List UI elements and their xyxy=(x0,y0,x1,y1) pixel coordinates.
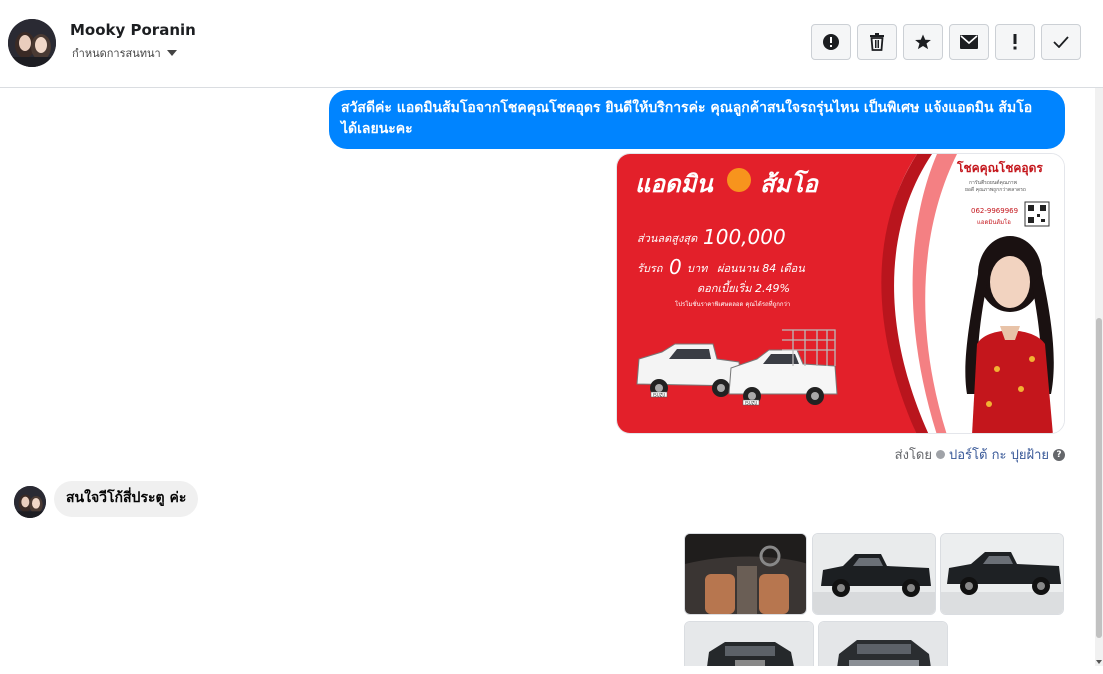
sent-by-name[interactable]: ปอร์โต้ กะ ปุยฝ้าย xyxy=(949,444,1049,465)
message-thread[interactable]: สวัสดีค่ะ แอดมินส้มโอจากโชคคุณโชคอุดร ยิ… xyxy=(0,88,1095,666)
promo-installment: ผ่อนนาน 84 เดือน xyxy=(717,262,805,275)
star-button[interactable] xyxy=(903,24,943,60)
promo-phone: 062-9969969 xyxy=(971,207,1018,215)
help-icon[interactable]: ? xyxy=(1053,448,1065,461)
trash-icon xyxy=(870,33,884,51)
plate-1: ISUZU xyxy=(653,393,665,398)
alert-circle-icon xyxy=(823,34,839,50)
sent-by-line: ส่งโดย ปอร์โต้ กะ ปุยฝ้าย ? xyxy=(895,444,1065,465)
promo-brand: แอดมิน xyxy=(635,170,714,198)
promo-dealer-sub-2: ยอดี คุณภาพถูกกว่าตลาดรถ xyxy=(965,186,1026,193)
promo-admin-line: แอดมินส้มโอ xyxy=(977,218,1011,226)
promo-down-unit: บาท xyxy=(687,262,708,275)
promo-dealer: โชคคุณโชคอุดร xyxy=(956,160,1043,176)
promo-fineprint: โปรโมชั่นราคาพิเศษตลอด คุณได้รถที่ถูกกว่… xyxy=(675,300,790,308)
plate-2: ISUZU xyxy=(745,401,757,406)
caret-down-icon xyxy=(166,50,177,56)
contact-avatar[interactable] xyxy=(8,19,56,67)
promo-interest: ดอกเบี้ยเริ่ม 2.49% xyxy=(697,280,790,295)
scroll-down-arrow-icon[interactable] xyxy=(1096,660,1102,664)
outgoing-message[interactable]: สวัสดีค่ะ แอดมินส้มโอจากโชคคุณโชคอุดร ยิ… xyxy=(329,90,1065,149)
sent-by-label: ส่งโดย xyxy=(894,448,932,463)
promo-discount-label: ส่วนลดสูงสุด xyxy=(637,232,698,245)
photo-thumbnail[interactable] xyxy=(812,533,936,615)
mark-done-button[interactable] xyxy=(1041,24,1081,60)
promo-image-attachment[interactable]: แอดมิน ส้มโอ ส่วนลดสูงสุด 100,000 รับรถ … xyxy=(616,153,1065,434)
report-spam-button[interactable] xyxy=(811,24,851,60)
envelope-icon xyxy=(960,35,978,49)
delete-button[interactable] xyxy=(857,24,897,60)
check-icon xyxy=(1053,36,1069,48)
incoming-avatar[interactable] xyxy=(14,486,46,518)
photo-thumbnail[interactable] xyxy=(818,621,948,666)
conversation-schedule-dropdown[interactable]: กำหนดการสนทนา xyxy=(72,44,177,62)
schedule-label: กำหนดการสนทนา xyxy=(72,47,161,60)
conversation-header: Mooky Poranin กำหนดการสนทนา xyxy=(0,0,1103,88)
promo-image: แอดมิน ส้มโอ ส่วนลดสูงสุด 100,000 รับรถ … xyxy=(617,154,1064,433)
mark-unread-button[interactable] xyxy=(949,24,989,60)
exclamation-icon xyxy=(1013,34,1017,50)
star-icon xyxy=(915,34,931,50)
follow-up-button[interactable] xyxy=(995,24,1035,60)
promo-down-label: รับรถ xyxy=(637,262,664,275)
scrollbar-thumb[interactable] xyxy=(1096,318,1102,638)
promo-brand-2: ส้มโอ xyxy=(760,169,819,198)
promo-dealer-sub: การันตีรถยนต์คุณภาพ xyxy=(969,179,1017,186)
contact-name[interactable]: Mooky Poranin xyxy=(70,21,196,39)
photo-thumbnail[interactable] xyxy=(684,533,807,615)
promo-down-value: 0 xyxy=(669,255,682,279)
photo-thumbnail[interactable] xyxy=(684,621,814,666)
incoming-message[interactable]: สนใจวีโก้สี่ประตู ค่ะ xyxy=(54,481,199,517)
header-toolbar xyxy=(811,24,1081,60)
photo-thumbnail[interactable] xyxy=(940,533,1064,615)
promo-discount-value: 100,000 xyxy=(703,225,786,249)
thread-scrollbar[interactable] xyxy=(1095,88,1103,666)
verified-dot-icon xyxy=(936,450,945,459)
